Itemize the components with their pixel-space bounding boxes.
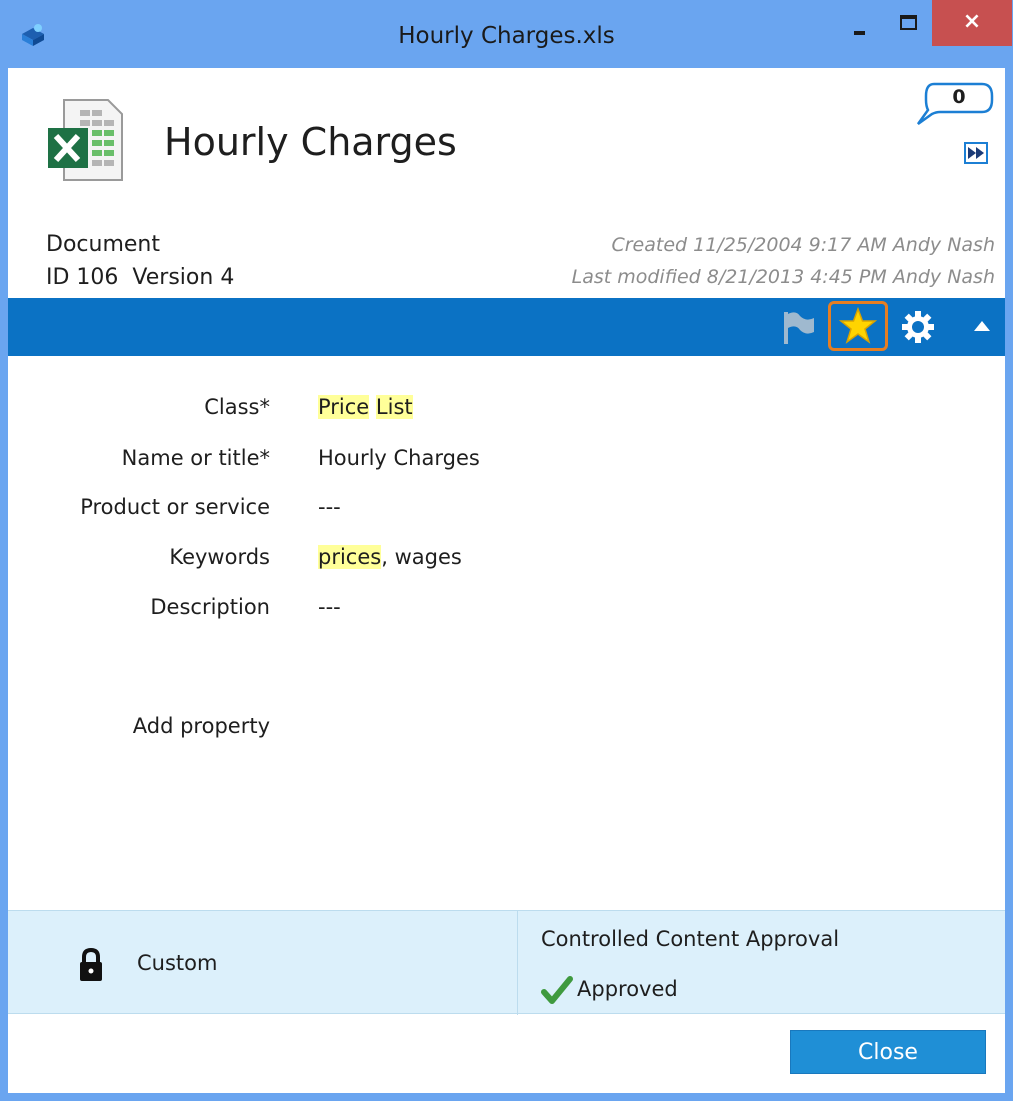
permissions-workflow-band: Custom Controlled Content Approval Appro… <box>8 910 1005 1015</box>
card-toolbar <box>8 298 1005 356</box>
fast-forward-icon <box>968 147 984 159</box>
comment-count: 0 <box>952 86 966 108</box>
band-divider <box>517 911 518 1015</box>
property-value-keywords[interactable]: prices, wages <box>318 545 462 569</box>
add-property-link[interactable]: Add property <box>133 714 270 738</box>
window-close-button[interactable]: × <box>932 0 1012 46</box>
star-icon <box>838 306 878 344</box>
gear-icon[interactable] <box>900 309 936 345</box>
object-id-version: ID 106 Version 4 <box>46 265 234 290</box>
collapse-arrow-icon[interactable] <box>972 318 992 334</box>
excel-file-icon <box>48 99 123 181</box>
property-value-description[interactable]: --- <box>318 595 341 619</box>
keyword-highlight: prices <box>318 545 382 569</box>
card-header: Hourly Charges 0 Document ID 106 Version … <box>8 68 1005 298</box>
maximize-icon <box>900 15 917 30</box>
modified-info: Last modified 8/21/2013 4:45 PM Andy Nas… <box>571 266 995 288</box>
property-value-class[interactable]: Price List <box>318 395 413 419</box>
property-value-name[interactable]: Hourly Charges <box>318 446 480 470</box>
favorite-button[interactable] <box>828 301 888 351</box>
flag-icon[interactable] <box>778 308 816 346</box>
expand-pane-button[interactable] <box>964 142 988 164</box>
property-label-product: Product or service <box>80 495 270 519</box>
property-label-keywords: Keywords <box>169 545 270 569</box>
keyword-rest: , wages <box>381 545 462 569</box>
checkmark-icon <box>541 976 573 1004</box>
property-value-product[interactable]: --- <box>318 495 341 519</box>
minimize-button[interactable] <box>836 0 882 46</box>
property-label-class: Class* <box>204 395 270 419</box>
object-id: ID 106 <box>46 265 119 290</box>
document-title: Hourly Charges <box>164 120 457 164</box>
permissions-value[interactable]: Custom <box>137 951 217 975</box>
created-info: Created 11/25/2004 9:17 AM Andy Nash <box>611 234 995 256</box>
maximize-button[interactable] <box>884 0 930 46</box>
workflow-state[interactable]: Approved <box>577 977 678 1001</box>
workflow-name[interactable]: Controlled Content Approval <box>541 927 839 951</box>
lock-icon <box>80 947 102 981</box>
object-type: Document <box>46 232 160 257</box>
minimize-icon <box>854 31 865 35</box>
class-value-word: List <box>375 395 413 419</box>
close-button[interactable]: Close <box>790 1030 986 1074</box>
property-label-name: Name or title* <box>121 446 270 470</box>
class-value-word: Price <box>318 395 370 419</box>
properties-panel: Class* Price List Name or title* Hourly … <box>8 356 1005 910</box>
property-label-description: Description <box>150 595 270 619</box>
object-version: Version 4 <box>132 265 235 290</box>
metadata-card-window: Hourly Charges.xls × Hourly Charges 0 Do… <box>0 0 1013 1101</box>
title-bar[interactable]: Hourly Charges.xls × <box>0 0 1013 68</box>
